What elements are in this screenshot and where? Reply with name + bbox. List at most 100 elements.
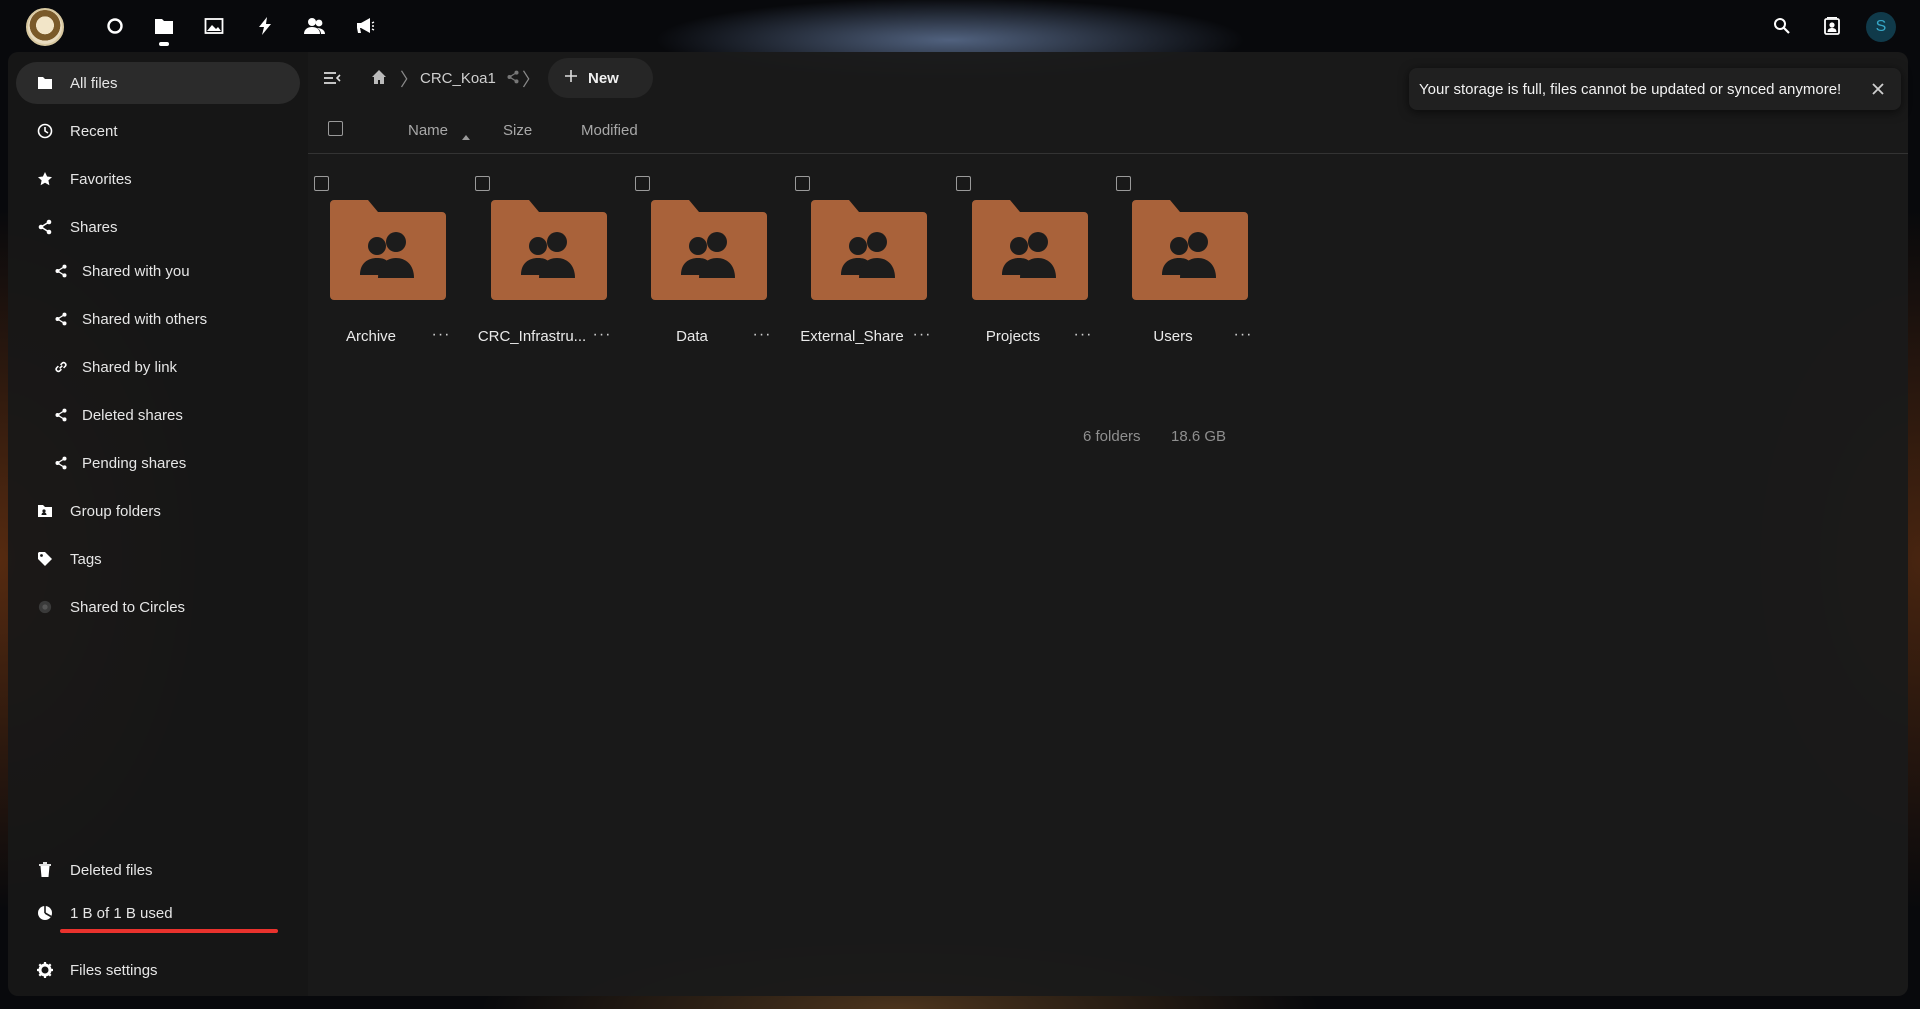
more-options-icon[interactable]: ··· (907, 320, 937, 350)
home-icon[interactable] (370, 68, 388, 86)
shared-folder-icon (811, 200, 927, 300)
select-all-checkbox[interactable] (328, 121, 343, 136)
sidebar-item-recent[interactable]: Recent (16, 110, 300, 152)
tag-icon (36, 550, 54, 568)
deleted-files-link[interactable]: Deleted files (16, 849, 300, 891)
sidebar-item-shares[interactable]: Shares (16, 206, 300, 248)
more-options-icon[interactable]: ··· (1068, 320, 1098, 350)
sidebar-item-shared-by-link[interactable]: Shared by link (16, 346, 300, 388)
folder-icon (36, 74, 54, 92)
group-folder-icon (36, 502, 54, 520)
share-icon (52, 310, 70, 328)
column-size[interactable]: Size (503, 122, 532, 139)
megaphone-icon[interactable] (353, 14, 377, 38)
sidebar-item-deleted-shares[interactable]: Deleted shares (16, 394, 300, 436)
sidebar-item-label: Deleted shares (82, 406, 183, 424)
files-settings-label: Files settings (70, 961, 158, 979)
sidebar-item-label: All files (70, 74, 118, 92)
folder-tile[interactable]: External_Share ··· (789, 170, 949, 350)
top-header: S (0, 0, 1920, 52)
plus-icon (564, 69, 578, 87)
circles-icon (36, 598, 54, 616)
shared-folder-icon (972, 200, 1088, 300)
column-name[interactable]: Name (408, 122, 448, 139)
folder-tile[interactable]: Data ··· (629, 170, 789, 350)
folder-checkbox[interactable] (1116, 176, 1131, 191)
sidebar-item-label: Shared by link (82, 358, 178, 376)
storage-full-toast: Your storage is full, files cannot be up… (1409, 68, 1901, 110)
new-button[interactable]: New (548, 58, 653, 98)
toast-message: Your storage is full, files cannot be up… (1419, 80, 1842, 98)
sidebar-item-shared-with-you[interactable]: Shared with you (16, 250, 300, 292)
files-settings-link[interactable]: Files settings (16, 949, 300, 991)
folder-name[interactable]: CRC_Infrastru... (469, 328, 595, 345)
search-icon[interactable] (1770, 14, 1794, 38)
more-options-icon[interactable]: ··· (747, 320, 777, 350)
more-options-icon[interactable]: ··· (426, 320, 456, 350)
active-app-indicator (159, 42, 169, 46)
gear-icon (36, 961, 54, 979)
folder-name[interactable]: Projects (950, 328, 1076, 345)
shared-folder-icon (651, 200, 767, 300)
folder-name[interactable]: Users (1110, 328, 1236, 345)
quota-label: 1 B of 1 B used (70, 904, 173, 922)
folder-count: 6 folders (1083, 428, 1141, 445)
people-icon[interactable] (303, 14, 327, 38)
share-icon (36, 218, 54, 236)
sidebar-item-group-folders[interactable]: Group folders (16, 490, 300, 532)
sidebar-item-tags[interactable]: Tags (16, 538, 300, 580)
folder-checkbox[interactable] (956, 176, 971, 191)
folder-checkbox[interactable] (635, 176, 650, 191)
sidebar-item-label: Pending shares (82, 454, 187, 472)
folder-name[interactable]: External_Share (789, 328, 915, 345)
sidebar-item-label: Favorites (70, 170, 132, 188)
storage-quota[interactable]: 1 B of 1 B used (16, 897, 300, 929)
sidebar-item-favorites[interactable]: Favorites (16, 158, 300, 200)
column-modified[interactable]: Modified (581, 122, 638, 139)
quota-progress-fill (60, 929, 278, 933)
main-content: 〉 CRC_Koa1 〉 New Name Size Modified Arch… (308, 52, 1908, 996)
folder-tile[interactable]: CRC_Infrastru... ··· (469, 170, 629, 350)
folder-name[interactable]: Archive (308, 328, 434, 345)
folder-name[interactable]: Data (629, 328, 755, 345)
sidebar-item-shared-to-circles[interactable]: Shared to Circles (16, 586, 300, 628)
sidebar-item-shared-with-others[interactable]: Shared with others (16, 298, 300, 340)
dashboard-icon[interactable] (103, 14, 127, 38)
folder-tile[interactable]: Users ··· (1110, 170, 1270, 350)
folder-tile[interactable]: Archive ··· (308, 170, 468, 350)
chevron-right-icon: 〉 (522, 70, 540, 90)
sidebar-item-label: Shared to Circles (70, 598, 186, 616)
deleted-files-label: Deleted files (70, 861, 153, 879)
breadcrumb-current[interactable]: CRC_Koa1 (420, 70, 496, 87)
chevron-right-icon: 〉 (400, 70, 418, 90)
image-icon[interactable] (202, 14, 226, 38)
folder-checkbox[interactable] (795, 176, 810, 191)
close-icon[interactable] (1869, 80, 1887, 98)
quota-progress-bar (60, 929, 278, 933)
sidebar-item-label: Recent (70, 122, 118, 140)
pie-chart-icon (36, 904, 54, 922)
share-icon (52, 454, 70, 472)
shared-folder-icon (330, 200, 446, 300)
link-icon (52, 358, 70, 376)
toggle-navigation-icon[interactable] (322, 68, 342, 88)
avatar[interactable]: S (1866, 12, 1896, 42)
sidebar-item-all-files[interactable]: All files (16, 62, 300, 104)
folder-icon[interactable] (152, 14, 176, 38)
sidebar-item-pending-shares[interactable]: Pending shares (16, 442, 300, 484)
folder-checkbox[interactable] (314, 176, 329, 191)
logo[interactable] (26, 8, 64, 46)
folder-checkbox[interactable] (475, 176, 490, 191)
lightning-icon[interactable] (253, 14, 277, 38)
more-options-icon[interactable]: ··· (587, 320, 617, 350)
share-icon (52, 262, 70, 280)
sidebar-item-label: Shared with you (82, 262, 190, 280)
share-icon[interactable] (504, 68, 522, 86)
folder-tile[interactable]: Projects ··· (950, 170, 1110, 350)
file-list-header (308, 104, 1908, 154)
shared-folder-icon (491, 200, 607, 300)
more-options-icon[interactable]: ··· (1228, 320, 1258, 350)
new-button-label: New (588, 69, 619, 87)
contacts-menu-icon[interactable] (1820, 14, 1844, 38)
trash-icon (36, 861, 54, 879)
